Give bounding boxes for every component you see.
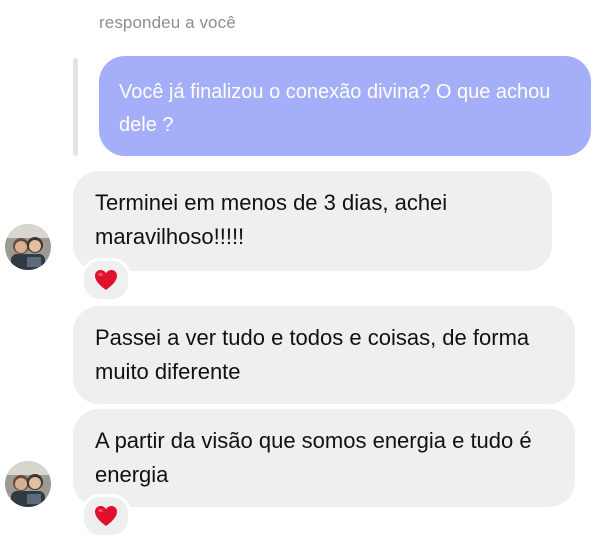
avatar-photo-icon bbox=[5, 461, 51, 507]
quoted-message-bubble[interactable]: Você já finalizou o conexão divina? O qu… bbox=[99, 56, 591, 156]
avatar[interactable] bbox=[5, 224, 51, 270]
heart-icon bbox=[95, 506, 117, 526]
message-bubble[interactable]: A partir da visão que somos energia e tu… bbox=[73, 409, 575, 507]
avatar-photo-icon bbox=[5, 224, 51, 270]
reaction-badge[interactable] bbox=[81, 258, 131, 302]
message-bubble[interactable]: Passei a ver tudo e todos e coisas, de f… bbox=[73, 306, 575, 404]
message-bubble[interactable]: Terminei em menos de 3 dias, achei marav… bbox=[73, 171, 552, 271]
heart-icon bbox=[95, 270, 117, 290]
reply-caption: respondeu a você bbox=[99, 13, 236, 32]
reply-indicator-bar bbox=[73, 58, 78, 156]
avatar[interactable] bbox=[5, 461, 51, 507]
reaction-badge[interactable] bbox=[81, 494, 131, 538]
